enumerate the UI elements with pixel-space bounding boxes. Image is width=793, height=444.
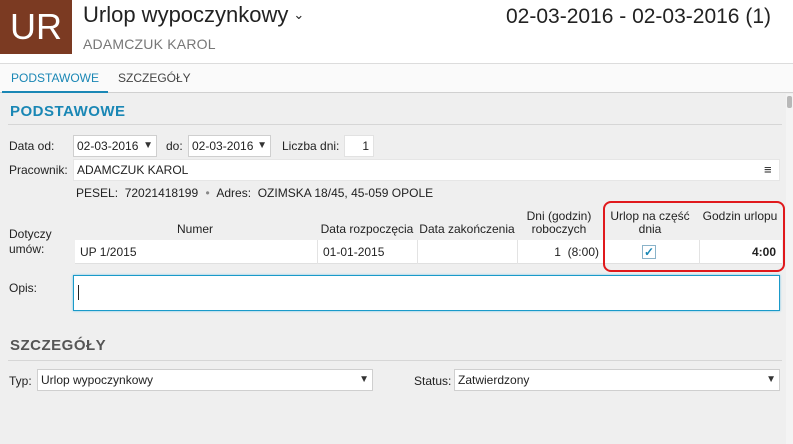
separator-dot: • xyxy=(205,186,210,200)
column-header-numer: Numer xyxy=(176,222,213,236)
description-label: Opis: xyxy=(9,281,38,295)
cell-numer: UP 1/2015 xyxy=(75,240,318,264)
section-title-podstawowe: PODSTAWOWE xyxy=(10,103,126,120)
contracts-label: Dotyczy umów: xyxy=(9,227,52,256)
employee-subtitle: ADAMCZUK KAROL xyxy=(83,36,216,52)
date-to-label: do: xyxy=(166,139,183,153)
cell-end-date xyxy=(418,240,518,264)
column-header-end-date: Data zakończenia xyxy=(419,222,515,236)
status-value: Zatwierdzony xyxy=(458,373,530,387)
pesel-value: 72021418199 xyxy=(124,186,199,200)
date-range-title: 02-03-2016 - 02-03-2016 (1) xyxy=(505,5,771,28)
address-value: OZIMSKA 18/45, 45-059 OPOLE xyxy=(257,186,434,200)
text-caret xyxy=(78,285,79,300)
employee-info-line: PESEL: 72021418199 • Adres: OZIMSKA 18/4… xyxy=(76,186,433,200)
date-to-select[interactable]: 02-03-2016 ▼ xyxy=(188,135,271,157)
tab-bar: PODSTAWOWE SZCZEGÓŁY xyxy=(0,64,793,93)
chevron-down-icon: ▼ xyxy=(766,374,776,385)
employee-field[interactable]: ADAMCZUK KAROL xyxy=(73,159,780,181)
record-title-dropdown[interactable]: Urlop wypoczynkowy ⌄ xyxy=(83,2,304,28)
days-count-field[interactable]: 1 xyxy=(344,135,374,157)
status-label: Status: xyxy=(414,374,452,388)
chevron-down-icon: ▼ xyxy=(359,374,369,385)
highlight-annotation xyxy=(603,201,785,272)
type-select[interactable]: Urlop wypoczynkowy ▼ xyxy=(37,369,373,391)
working-days-hours: (8:00) xyxy=(567,245,599,259)
date-to-value: 02-03-2016 xyxy=(192,139,254,153)
scrollbar-thumb[interactable] xyxy=(787,96,792,108)
section-title-szczegoly: SZCZEGÓŁY xyxy=(10,337,107,354)
type-value: Urlop wypoczynkowy xyxy=(41,373,154,387)
cell-working-days: 1 (8:00) xyxy=(518,240,604,264)
tab-szczegoly[interactable]: SZCZEGÓŁY xyxy=(109,64,200,93)
status-select[interactable]: Zatwierdzony ▼ xyxy=(454,369,780,391)
days-count-label: Liczba dni: xyxy=(282,139,340,153)
employee-label: Pracownik: xyxy=(9,163,68,177)
address-label: Adres: xyxy=(216,186,252,200)
vertical-scrollbar[interactable] xyxy=(786,94,793,444)
description-input[interactable] xyxy=(73,275,780,311)
chevron-down-icon: ▼ xyxy=(257,140,267,151)
section-divider xyxy=(8,360,782,361)
section-divider xyxy=(8,124,782,125)
chevron-down-icon: ▼ xyxy=(143,140,153,151)
date-from-select[interactable]: 02-03-2016 ▼ xyxy=(73,135,157,157)
tab-podstawowe[interactable]: PODSTAWOWE xyxy=(2,64,108,93)
working-days-count: 1 xyxy=(554,245,561,259)
cell-start-date: 01-01-2015 xyxy=(318,240,418,264)
menu-icon[interactable]: ≡ xyxy=(764,162,772,177)
column-header-start-date: Data rozpoczęcia xyxy=(320,222,414,236)
date-from-value: 02-03-2016 xyxy=(77,139,139,153)
record-header: UR Urlop wypoczynkowy ⌄ ADAMCZUK KAROL 02… xyxy=(0,0,793,64)
date-from-label: Data od: xyxy=(9,139,55,153)
column-header-working-days: Dni (godzin) roboczych xyxy=(526,209,592,236)
chevron-down-icon: ⌄ xyxy=(293,7,305,22)
record-title: Urlop wypoczynkowy xyxy=(83,2,289,27)
employee-value: ADAMCZUK KAROL xyxy=(77,163,189,177)
type-label: Typ: xyxy=(9,374,32,388)
avatar: UR xyxy=(0,0,72,54)
pesel-label: PESEL: xyxy=(76,186,119,200)
